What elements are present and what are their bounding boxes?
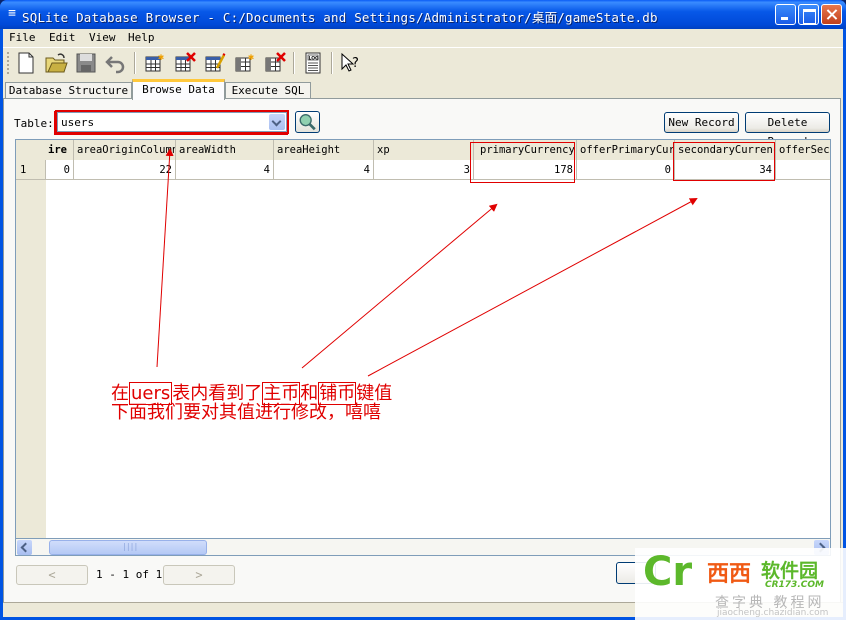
database-icon: ≡ bbox=[8, 6, 16, 21]
svg-text:✱: ✱ bbox=[248, 52, 254, 63]
table-cell[interactable]: 34 bbox=[675, 160, 776, 180]
tab-execute-sql[interactable]: Execute SQL bbox=[225, 82, 311, 99]
column-header[interactable]: offerPrimaryCurrency bbox=[577, 140, 675, 160]
revert-button[interactable] bbox=[104, 51, 128, 75]
grid-header: ire areaOriginColumn areaWidth areaHeigh… bbox=[16, 140, 830, 160]
column-header[interactable]: xp bbox=[374, 140, 474, 160]
tab-bar: Database Structure Browse Data Execute S… bbox=[3, 79, 843, 100]
delete-index-button[interactable] bbox=[263, 51, 287, 75]
row-header[interactable]: 1 bbox=[16, 160, 46, 180]
menu-bar: File Edit View Help bbox=[3, 29, 843, 46]
table-cell[interactable]: 22 bbox=[74, 160, 176, 180]
app-window: ≡ SQLite Database Browser - C:/Documents… bbox=[0, 0, 846, 620]
scroll-right-icon[interactable] bbox=[814, 540, 829, 555]
browse-data-panel: Table: users New Record Delete Record ir… bbox=[3, 98, 841, 604]
table-select[interactable]: users bbox=[55, 110, 289, 134]
search-button[interactable] bbox=[295, 111, 320, 133]
table-edit-icon bbox=[205, 53, 226, 72]
create-index-button[interactable]: ✱ bbox=[233, 51, 257, 75]
maximize-button[interactable] bbox=[798, 4, 819, 25]
svg-text:LOG: LOG bbox=[309, 55, 320, 61]
log-icon: LOG bbox=[305, 52, 321, 74]
table-select-value: users bbox=[61, 116, 95, 129]
table-new-icon: ✱ bbox=[145, 52, 164, 72]
column-header[interactable]: areaWidth bbox=[176, 140, 274, 160]
next-page-button[interactable]: > bbox=[163, 565, 235, 585]
svg-text:?: ? bbox=[352, 56, 359, 71]
open-database-button[interactable] bbox=[44, 51, 68, 75]
save-database-button[interactable] bbox=[74, 51, 98, 75]
index-new-icon: ✱ bbox=[235, 52, 254, 72]
toolbar-separator bbox=[331, 52, 333, 74]
index-delete-icon bbox=[265, 52, 286, 72]
menu-help[interactable]: Help bbox=[128, 31, 155, 44]
table-cell[interactable]: 0 bbox=[577, 160, 675, 180]
menu-edit[interactable]: Edit bbox=[49, 31, 76, 44]
horizontal-scrollbar[interactable] bbox=[15, 539, 831, 556]
grid-corner[interactable] bbox=[16, 140, 46, 160]
table-label: Table: bbox=[14, 117, 54, 130]
new-record-button[interactable]: New Record bbox=[664, 112, 739, 133]
column-header[interactable]: ire bbox=[46, 140, 74, 160]
toolbar-separator bbox=[134, 52, 136, 74]
undo-icon bbox=[105, 56, 125, 74]
window-title: SQLite Database Browser - C:/Documents a… bbox=[22, 10, 658, 25]
new-database-button[interactable] bbox=[14, 51, 38, 75]
previous-page-button[interactable]: < bbox=[16, 565, 88, 585]
toolbar: ✱ ✱ LOG ? bbox=[3, 47, 843, 77]
page-info: 1 - 1 of 1 bbox=[96, 568, 163, 581]
search-icon bbox=[299, 114, 316, 131]
minimize-button[interactable] bbox=[775, 4, 796, 25]
table-cell[interactable]: 4 bbox=[176, 160, 274, 180]
sql-log-button[interactable]: LOG bbox=[301, 51, 325, 75]
table-cell[interactable]: 4 bbox=[274, 160, 374, 180]
help-pointer-icon: ? bbox=[341, 52, 359, 72]
column-header[interactable]: areaOriginColumn bbox=[74, 140, 176, 160]
delete-table-button[interactable] bbox=[173, 51, 197, 75]
row-header-column bbox=[16, 160, 46, 538]
scroll-left-icon[interactable] bbox=[17, 540, 32, 555]
client-area: File Edit View Help ✱ ✱ LOG ? Database S… bbox=[3, 29, 843, 617]
table-cell[interactable]: 3 bbox=[374, 160, 474, 180]
close-button[interactable] bbox=[821, 4, 842, 25]
menu-file[interactable]: File bbox=[9, 31, 36, 44]
column-header[interactable]: areaHeight bbox=[274, 140, 374, 160]
table-cell[interactable] bbox=[776, 160, 830, 180]
save-disk-icon bbox=[76, 53, 96, 73]
table-cell[interactable]: 0 bbox=[46, 160, 74, 180]
column-header[interactable]: offerSeco bbox=[776, 140, 830, 160]
column-header[interactable]: secondaryCurrency bbox=[675, 140, 776, 160]
open-folder-icon bbox=[45, 53, 68, 73]
menu-view[interactable]: View bbox=[89, 31, 116, 44]
column-header[interactable]: primaryCurrency bbox=[474, 140, 577, 160]
toolbar-grip[interactable] bbox=[7, 52, 10, 74]
toolbar-separator bbox=[293, 52, 295, 74]
data-grid[interactable]: ire areaOriginColumn areaWidth areaHeigh… bbox=[15, 139, 831, 539]
goto-button[interactable] bbox=[616, 562, 656, 584]
tab-browse-data[interactable]: Browse Data bbox=[132, 79, 225, 100]
create-table-button[interactable]: ✱ bbox=[143, 51, 167, 75]
modify-table-button[interactable] bbox=[203, 51, 227, 75]
table-delete-icon bbox=[175, 52, 196, 72]
svg-text:✱: ✱ bbox=[158, 52, 164, 63]
title-bar[interactable]: ≡ SQLite Database Browser - C:/Documents… bbox=[0, 0, 846, 29]
status-bar bbox=[3, 602, 843, 617]
whats-this-button[interactable]: ? bbox=[339, 51, 363, 75]
delete-record-button[interactable]: Delete Record bbox=[745, 112, 830, 148]
table-cell[interactable]: 178 bbox=[474, 160, 577, 180]
new-file-icon bbox=[18, 52, 34, 74]
scroll-thumb[interactable] bbox=[49, 540, 207, 555]
tab-database-structure[interactable]: Database Structure bbox=[5, 82, 132, 99]
chevron-down-icon[interactable] bbox=[269, 114, 285, 130]
